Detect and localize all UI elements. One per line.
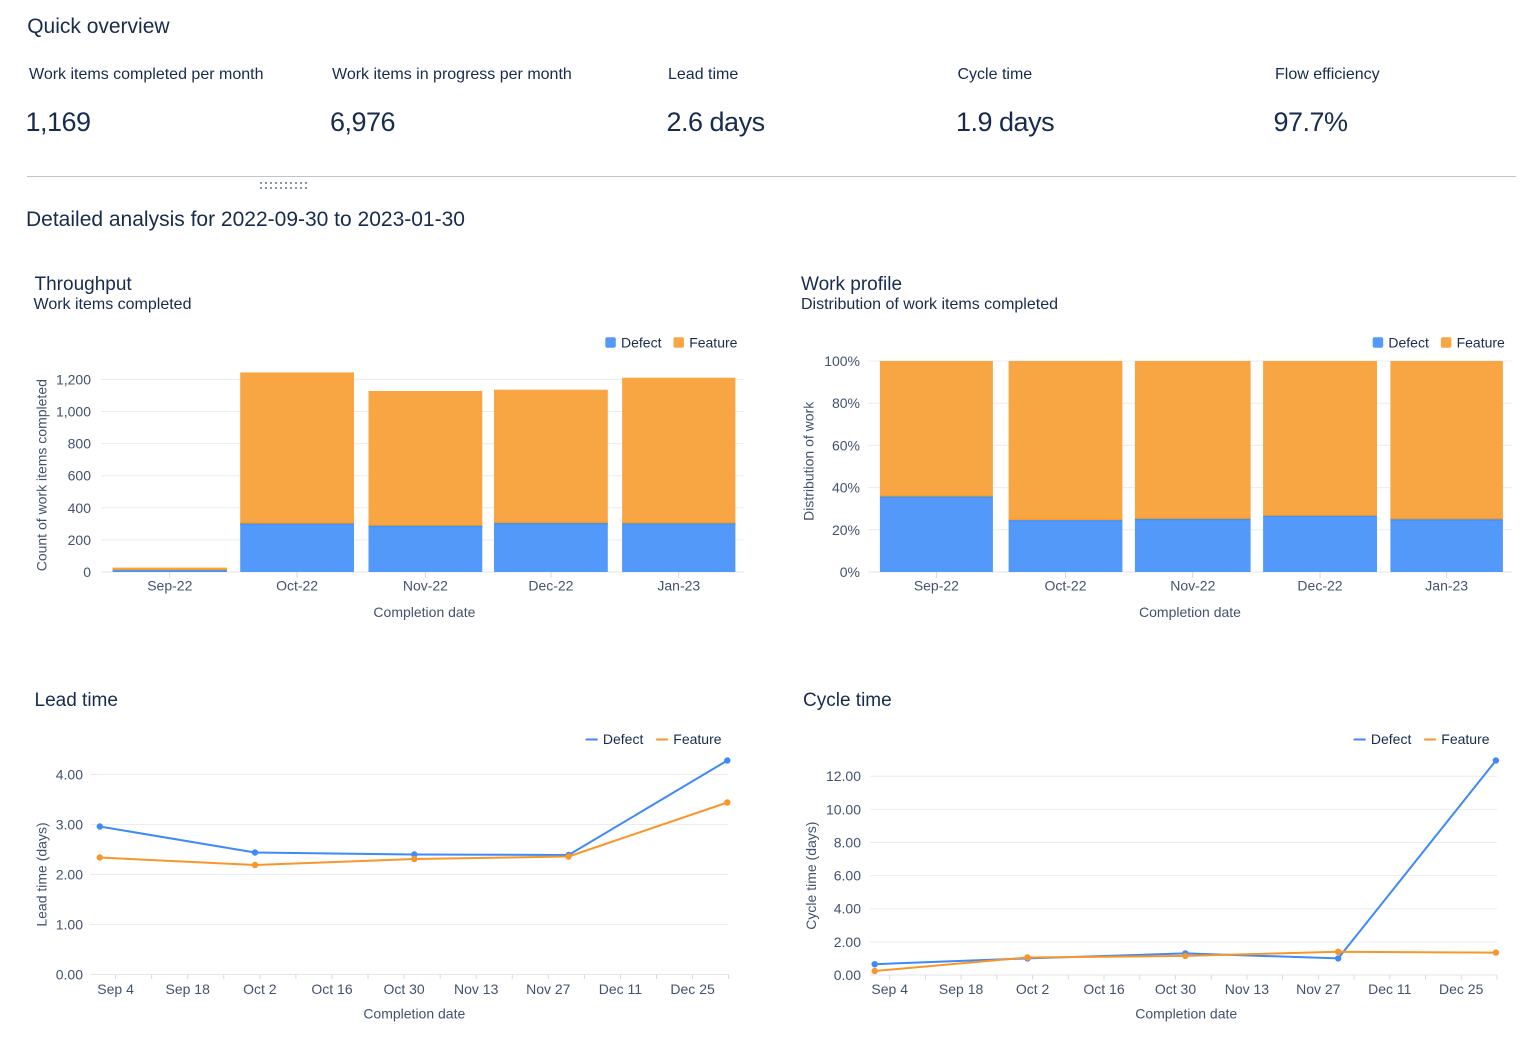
svg-text:Nov 27: Nov 27 (526, 981, 571, 997)
svg-text:Completion date: Completion date (1135, 1006, 1237, 1022)
svg-text:Completion date: Completion date (363, 1006, 465, 1022)
svg-text:2.00: 2.00 (834, 934, 861, 950)
svg-text:Oct 2: Oct 2 (1016, 981, 1050, 997)
svg-text:40%: 40% (832, 480, 860, 496)
svg-text:Defect: Defect (621, 335, 662, 351)
svg-text:100%: 100% (824, 353, 860, 369)
svg-text:Feature: Feature (673, 731, 721, 747)
svg-text:400: 400 (68, 500, 92, 516)
svg-text:Dec 11: Dec 11 (599, 981, 643, 997)
svg-text:Sep 4: Sep 4 (871, 981, 908, 997)
svg-text:Defect: Defect (1371, 731, 1412, 747)
svg-text:Jan-23: Jan-23 (657, 578, 700, 594)
svg-text:Dec 11: Dec 11 (1368, 981, 1412, 997)
svg-text:Completion date: Completion date (373, 604, 475, 620)
svg-text:1,000: 1,000 (56, 404, 91, 420)
svg-text:Completion date: Completion date (1139, 604, 1241, 620)
svg-text:Oct 16: Oct 16 (1083, 981, 1124, 997)
svg-text:0: 0 (83, 564, 91, 580)
svg-text:Defect: Defect (1388, 335, 1429, 351)
svg-text:12.00: 12.00 (826, 768, 861, 784)
svg-text:6.00: 6.00 (834, 868, 861, 884)
svg-text:Dec 25: Dec 25 (1439, 981, 1484, 997)
svg-text:Feature: Feature (1457, 335, 1505, 351)
svg-text:20%: 20% (832, 522, 860, 538)
svg-text:Oct-22: Oct-22 (1044, 578, 1086, 594)
svg-text:80%: 80% (832, 395, 860, 411)
svg-text:Oct 16: Oct 16 (311, 981, 352, 997)
svg-text:Jan-23: Jan-23 (1425, 578, 1468, 594)
svg-text:Lead time (days): Lead time (days) (34, 822, 50, 926)
svg-text:Oct 30: Oct 30 (1155, 981, 1196, 997)
svg-text:Cycle time (days): Cycle time (days) (803, 822, 819, 930)
svg-text:Defect: Defect (603, 731, 644, 747)
svg-text:4.00: 4.00 (56, 767, 83, 783)
svg-text:4.00: 4.00 (834, 901, 861, 917)
svg-text:Dec-22: Dec-22 (1297, 578, 1342, 594)
svg-text:Nov-22: Nov-22 (1170, 578, 1215, 594)
svg-text:Nov-22: Nov-22 (403, 578, 448, 594)
svg-text:Sep 4: Sep 4 (97, 981, 134, 997)
svg-text:10.00: 10.00 (826, 801, 861, 817)
svg-text:Nov 13: Nov 13 (1225, 981, 1270, 997)
svg-text:0%: 0% (840, 564, 860, 580)
svg-text:800: 800 (68, 436, 92, 452)
svg-text:Count of work items completed: Count of work items completed (34, 379, 50, 571)
svg-text:1.00: 1.00 (56, 917, 83, 933)
svg-text:Dec 25: Dec 25 (670, 981, 715, 997)
svg-text:60%: 60% (832, 437, 860, 453)
svg-text:200: 200 (68, 532, 92, 548)
svg-text:Distribution of work: Distribution of work (801, 401, 817, 521)
svg-text:600: 600 (68, 468, 92, 484)
svg-text:Feature: Feature (1441, 731, 1489, 747)
svg-text:Sep 18: Sep 18 (939, 981, 984, 997)
svg-text:1,200: 1,200 (56, 371, 91, 387)
svg-text:3.00: 3.00 (56, 817, 83, 833)
svg-text:0.00: 0.00 (834, 967, 861, 983)
svg-text:Sep-22: Sep-22 (914, 578, 959, 594)
svg-text:Nov 13: Nov 13 (454, 981, 499, 997)
svg-text:2.00: 2.00 (56, 867, 83, 883)
svg-text:Sep 18: Sep 18 (166, 981, 211, 997)
svg-text:Dec-22: Dec-22 (528, 578, 573, 594)
svg-text:Nov 27: Nov 27 (1296, 981, 1341, 997)
svg-text:Oct 30: Oct 30 (383, 981, 424, 997)
svg-text:0.00: 0.00 (56, 967, 83, 983)
svg-text:8.00: 8.00 (834, 835, 861, 851)
svg-text:Oct 2: Oct 2 (243, 981, 277, 997)
svg-text:Feature: Feature (689, 335, 737, 351)
svg-text:Oct-22: Oct-22 (276, 578, 318, 594)
svg-text:Sep-22: Sep-22 (147, 578, 192, 594)
